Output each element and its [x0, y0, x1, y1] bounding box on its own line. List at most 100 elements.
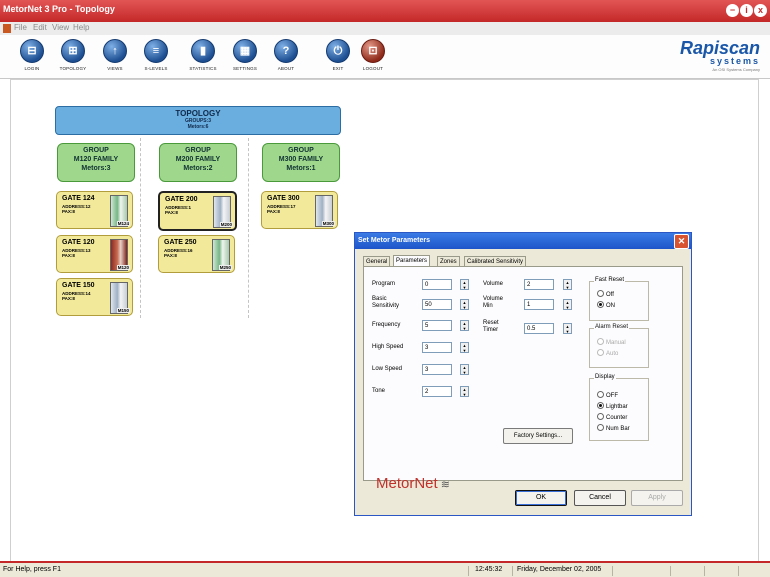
alarm-reset-auto-radio[interactable]: Auto	[597, 349, 618, 358]
dialog-title-bar: Set Metor Parameters ✕	[355, 233, 691, 249]
reset-timer-input[interactable]: 0.5	[524, 323, 554, 334]
close-button[interactable]: x	[754, 4, 767, 17]
alarm-reset-manual-radio[interactable]: Manual	[597, 338, 626, 347]
logo-tag: An OSI Systems Company	[712, 67, 760, 72]
group-label: GROUP	[185, 147, 211, 154]
logo-name: Rapiscan	[679, 38, 760, 58]
status-help-text: For Help, press F1	[3, 566, 61, 573]
display-num-bar-radio[interactable]: Num Bar	[597, 424, 630, 433]
window-title: MetorNet 3 Pro - Topology	[3, 4, 115, 14]
frequency-input[interactable]: 5	[422, 320, 452, 331]
logout-label: LOGOUT	[362, 66, 384, 71]
group-label: GROUP	[288, 147, 314, 154]
set-metor-parameters-dialog: Set Metor Parameters ✕ General Parameter…	[354, 232, 692, 516]
low-speed-input[interactable]: 3	[422, 364, 452, 375]
ok-button[interactable]: OK	[515, 490, 567, 506]
logout-button[interactable]: ⊡ LOGOUT	[351, 39, 395, 77]
high-speed-input[interactable]: 3	[422, 342, 452, 353]
gate-pax: PAX:8	[62, 253, 75, 258]
dialog-close-icon[interactable]: ✕	[674, 234, 689, 249]
group-divider	[140, 138, 142, 318]
tone-spinner[interactable]: ▲ ▼	[460, 386, 469, 397]
s-levels-button[interactable]: ≡ S-LEVELS	[134, 39, 178, 77]
group-node-m300[interactable]: GROUP M300 FAMILY Metors:1	[262, 143, 340, 182]
high-speed-label: High Speed	[372, 344, 404, 350]
display-counter-radio[interactable]: Counter	[597, 413, 627, 422]
low-speed-spinner[interactable]: ▲ ▼	[460, 364, 469, 375]
settings-button[interactable]: ▦ SETTINGS	[223, 39, 267, 77]
menu-help[interactable]: Help	[73, 23, 89, 32]
volume-spinner[interactable]: ▲ ▼	[563, 279, 572, 290]
cancel-button[interactable]: Cancel	[574, 490, 626, 506]
app-icon	[3, 24, 11, 33]
basic-sensitivity-input[interactable]: 50	[422, 299, 452, 310]
volume-input[interactable]: 2	[524, 279, 554, 290]
gate-model: M124	[116, 221, 130, 226]
fast-reset-on-radio[interactable]: ON	[597, 301, 615, 310]
alarm-reset-group: Alarm Reset Manual Auto	[589, 324, 649, 368]
group-label: GROUP	[83, 147, 109, 154]
exit-icon: ⏻	[326, 39, 350, 63]
group-node-m200[interactable]: GROUP M200 FAMILY Metors:2	[159, 143, 237, 182]
apply-button[interactable]: Apply	[631, 490, 683, 506]
display-lightbar-radio[interactable]: Lightbar	[597, 402, 628, 411]
basic-sensitivity-spinner[interactable]: ▲ ▼	[460, 299, 469, 310]
statistics-button[interactable]: ▮ STATISTICS	[181, 39, 225, 77]
menu-edit[interactable]: Edit	[33, 23, 47, 32]
program-spinner[interactable]: ▲ ▼	[460, 279, 469, 290]
gate-pax: PAX:8	[62, 209, 75, 214]
fast-reset-off-radio[interactable]: Off	[597, 290, 614, 299]
factory-settings-button[interactable]: Factory Settings...	[503, 428, 573, 444]
group-metors: Metors:3	[81, 165, 111, 172]
menu-bar: File Edit View Help	[0, 22, 770, 35]
statistics-label: STATISTICS	[189, 66, 217, 71]
about-label: ABOUT	[277, 66, 295, 71]
frequency-label: Frequency	[372, 322, 401, 328]
gate-node-200[interactable]: GATE 200 ADDRESS:1 PAX:8 M200	[158, 191, 237, 231]
logo-sub: systems	[709, 56, 760, 66]
gate-model: M150	[116, 308, 130, 313]
volume-min-spinner[interactable]: ▲ ▼	[563, 299, 572, 310]
minimize-button[interactable]: −	[726, 4, 739, 17]
topology-root-node[interactable]: TOPOLOGY GROUPS:3 Metors:6	[55, 106, 341, 135]
topology-button[interactable]: ⊞ TOPOLOGY	[51, 39, 95, 77]
menu-view[interactable]: View	[52, 23, 69, 32]
gate-node-250[interactable]: GATE 250 ADDRESS:16 PAX:8 M250	[158, 235, 235, 273]
gate-model: M200	[219, 222, 233, 227]
display-group: Display OFF Lightbar Counter Num Bar	[589, 374, 649, 441]
gate-node-150[interactable]: GATE 150 ADDRESS:14 PAX:8 M150	[56, 278, 133, 316]
menu-file[interactable]: File	[14, 23, 27, 32]
metornet-brand-logo: MetorNet ≋	[376, 475, 450, 492]
about-icon: ?	[274, 39, 298, 63]
brand-swoosh-icon: ≋	[437, 479, 450, 491]
views-button[interactable]: ↑ VIEWS	[93, 39, 137, 77]
topology-title: TOPOLOGY	[175, 109, 221, 118]
reset-timer-spinner[interactable]: ▲ ▼	[563, 323, 572, 334]
gate-model: M250	[218, 265, 232, 270]
gate-pax: PAX:8	[267, 209, 280, 214]
gate-node-124[interactable]: GATE 124 ADDRESS:12 PAX:8 M124	[56, 191, 133, 229]
display-off-radio[interactable]: OFF	[597, 391, 618, 400]
topology-icon: ⊞	[61, 39, 85, 63]
login-label: LOGIN	[24, 66, 40, 71]
gate-node-120[interactable]: GATE 120 ADDRESS:13 PAX:8 M120	[56, 235, 133, 273]
high-speed-spinner[interactable]: ▲ ▼	[460, 342, 469, 353]
volume-min-input[interactable]: 1	[524, 299, 554, 310]
reset-timer-label: Reset Timer	[483, 320, 499, 333]
gate-node-300[interactable]: GATE 300 ADDRESS:17 PAX:8 M300	[261, 191, 338, 229]
group-family: M120 FAMILY	[73, 156, 119, 163]
settings-icon: ▦	[233, 39, 257, 63]
gate-pax: PAX:8	[62, 296, 75, 301]
group-family: M200 FAMILY	[175, 156, 221, 163]
help-icon[interactable]: i	[740, 4, 753, 17]
gate-model: M120	[116, 265, 130, 270]
tone-label: Tone	[372, 388, 386, 394]
group-family: M300 FAMILY	[278, 156, 324, 163]
program-input[interactable]: 0	[422, 279, 452, 290]
login-button[interactable]: ⊟ LOGIN	[10, 39, 54, 77]
tone-input[interactable]: 2	[422, 386, 452, 397]
frequency-spinner[interactable]: ▲ ▼	[460, 320, 469, 331]
gate-name: GATE 150	[62, 282, 95, 289]
about-button[interactable]: ? ABOUT	[264, 39, 308, 77]
group-node-m120[interactable]: GROUP M120 FAMILY Metors:3	[57, 143, 135, 182]
